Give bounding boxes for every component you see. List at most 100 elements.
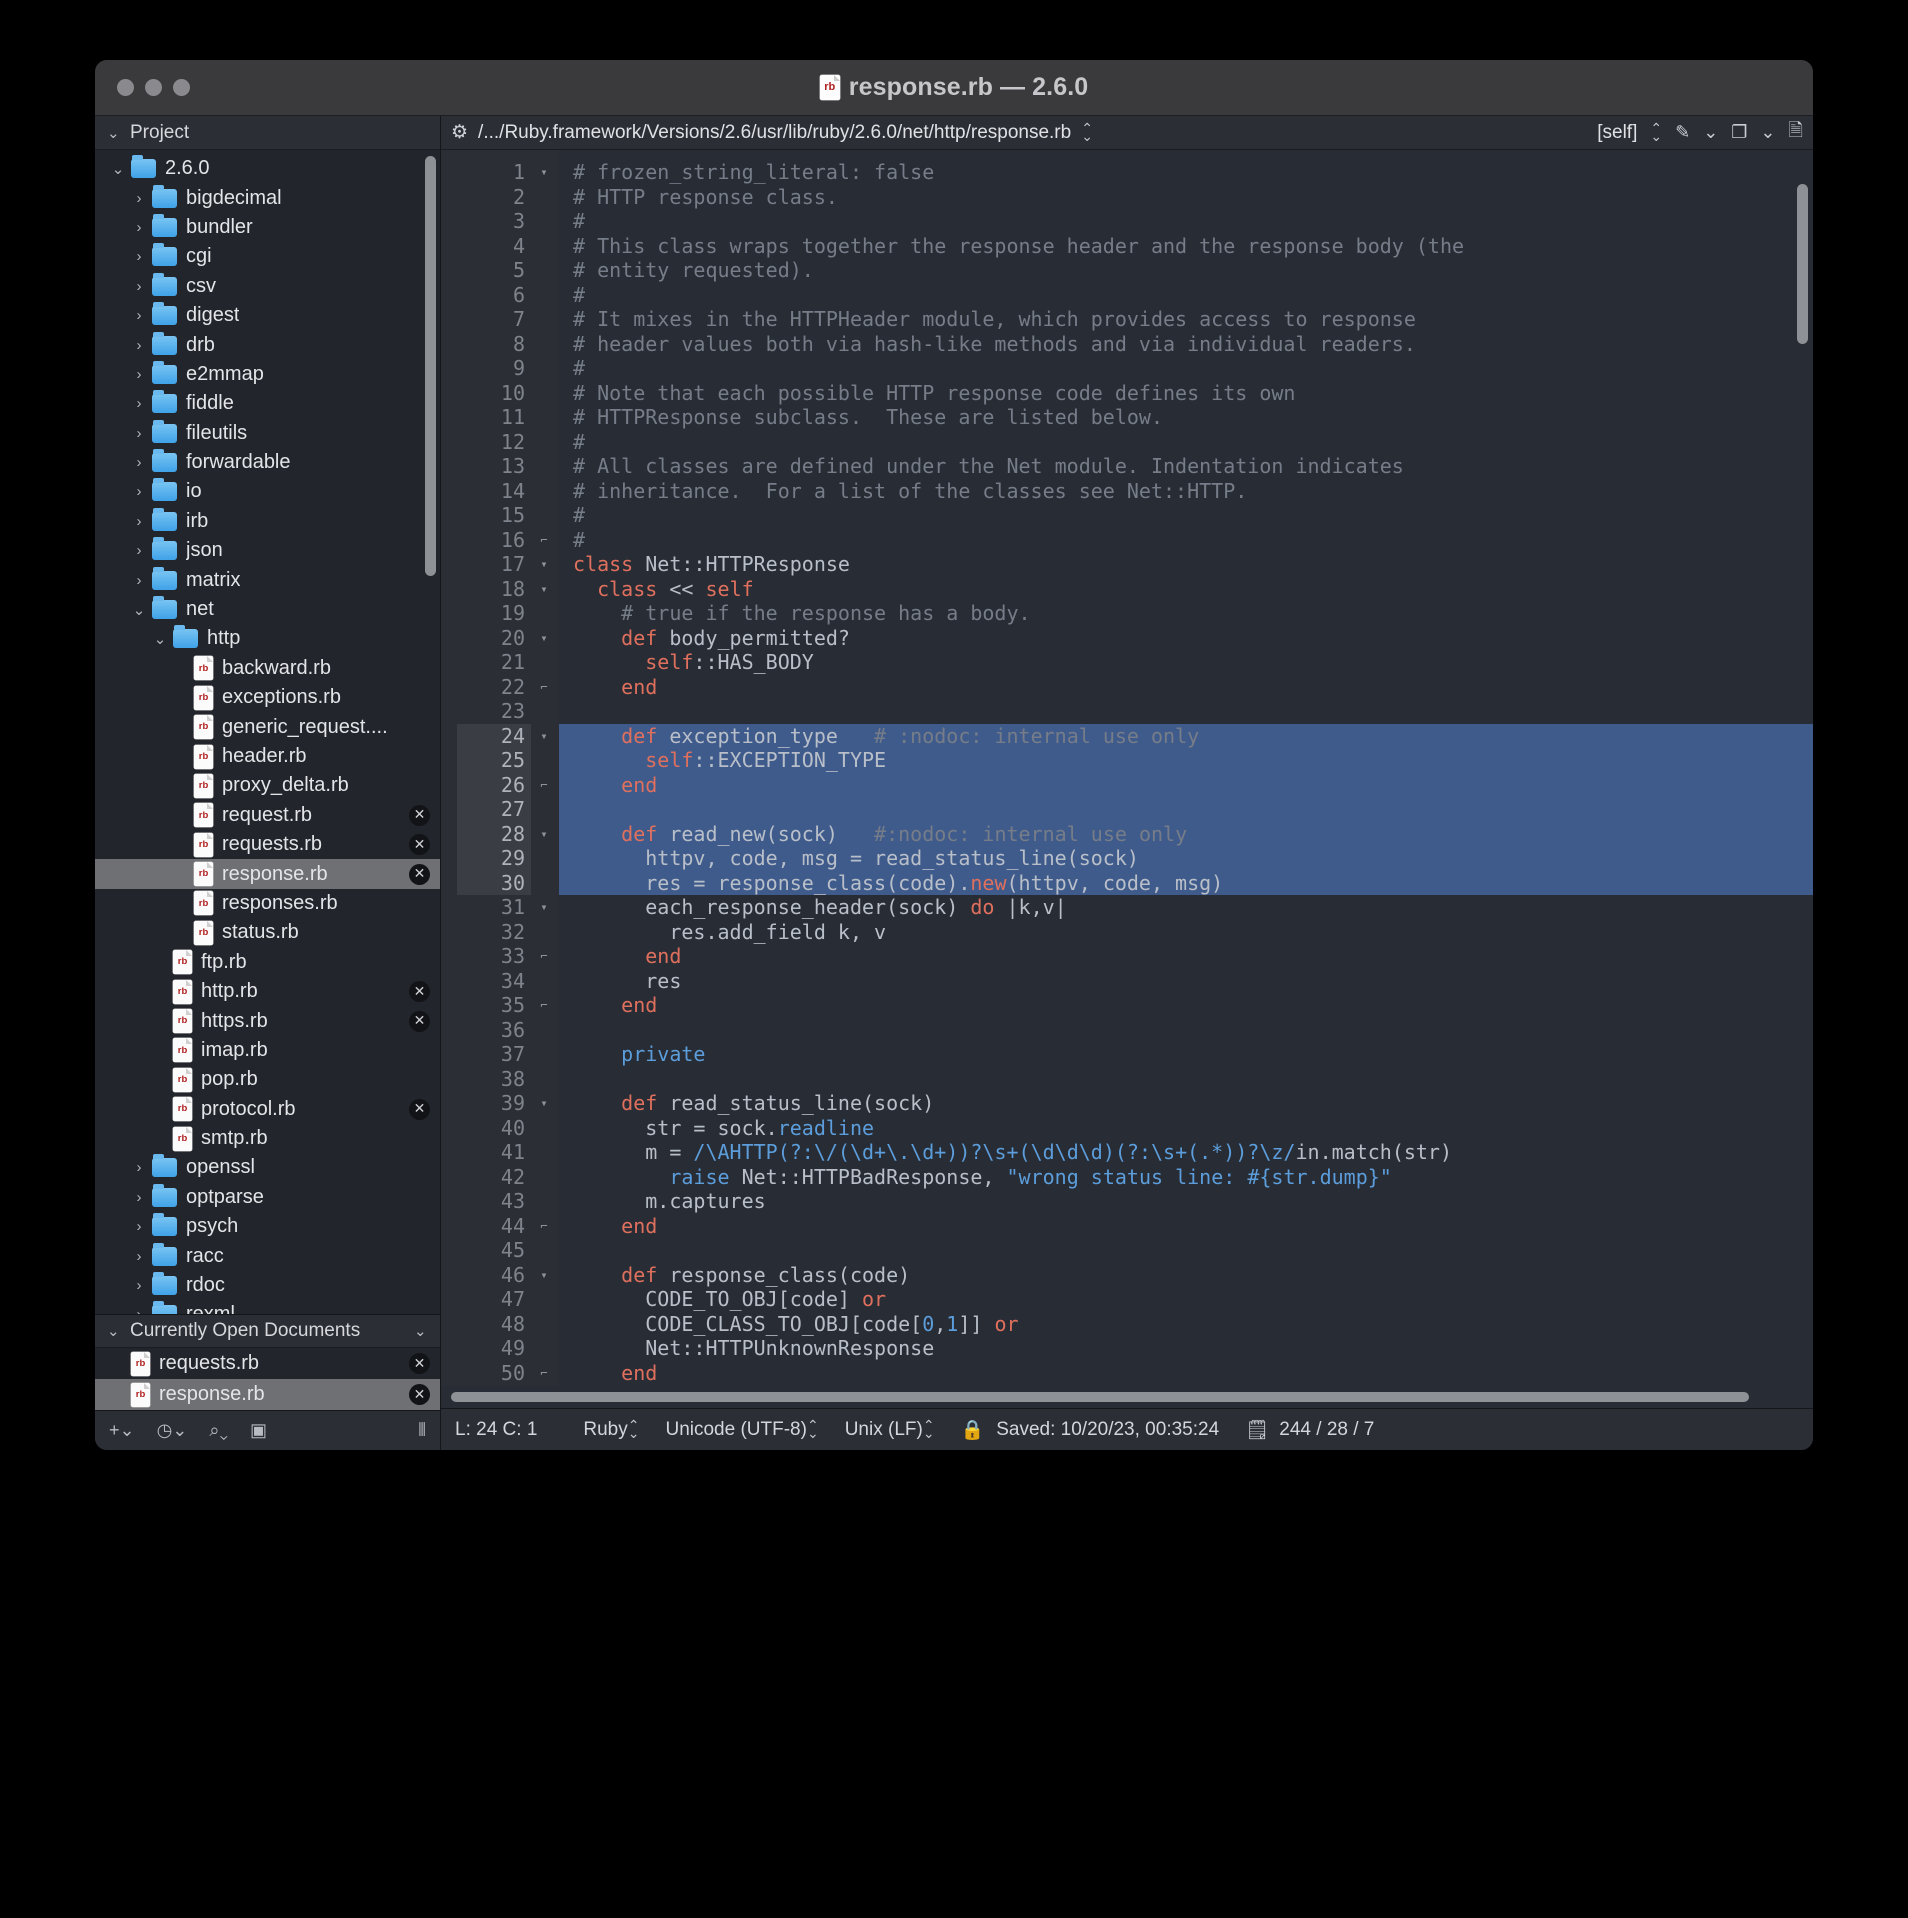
fold-end-icon[interactable]: ⌐ (535, 1361, 553, 1386)
tree-file-row[interactable]: rb request.rb ✕ (95, 801, 440, 830)
close-document-icon[interactable]: ✕ (409, 1353, 430, 1374)
resize-grip-icon[interactable]: ⦀ (418, 1420, 426, 1441)
fold-end-icon[interactable]: ⌐ (535, 773, 553, 798)
tree-file-row[interactable]: rb ftp.rb (95, 948, 440, 977)
fold-arrow-icon[interactable]: ▾ (535, 724, 553, 749)
tree-folder-row[interactable]: › io (95, 477, 440, 506)
tree-file-row[interactable]: rb backward.rb (95, 654, 440, 683)
chevron-down-icon[interactable]: ⌄ (1760, 122, 1775, 143)
chevron-right-icon[interactable]: › (126, 337, 152, 354)
tree-folder-row[interactable]: › digest (95, 301, 440, 330)
close-document-icon[interactable]: ✕ (409, 1098, 430, 1120)
tree-file-row[interactable]: rb smtp.rb (95, 1124, 440, 1153)
language-selector[interactable]: Ruby (583, 1419, 627, 1441)
tree-folder-row[interactable]: ⌄ http (95, 624, 440, 653)
layout-icon[interactable]: ▣ (250, 1420, 267, 1441)
search-icon[interactable]: ⌕⌄ (209, 1420, 228, 1441)
chevron-down-icon[interactable]: ⌄ (1703, 122, 1718, 143)
chevron-down-menu-icon[interactable]: ⌄ (414, 1322, 428, 1340)
chevron-right-icon[interactable]: › (126, 219, 152, 236)
chevron-right-icon[interactable]: › (126, 454, 152, 471)
fold-end-icon[interactable]: ⌐ (535, 528, 553, 553)
open-document-row[interactable]: rb response.rb ✕ (95, 1379, 440, 1410)
tree-file-row[interactable]: rb https.rb ✕ (95, 1006, 440, 1035)
open-documents-list[interactable]: rb requests.rb ✕ rb response.rb ✕ (95, 1348, 440, 1410)
chevron-right-icon[interactable]: › (126, 307, 152, 324)
tree-file-row[interactable]: rb generic_request.... (95, 712, 440, 741)
tree-folder-row[interactable]: › drb (95, 330, 440, 359)
tree-folder-row[interactable]: › fiddle (95, 389, 440, 418)
tree-folder-row[interactable]: › optparse (95, 1183, 440, 1212)
tree-folder-row[interactable]: › openssl (95, 1153, 440, 1182)
chevron-right-icon[interactable]: › (126, 1189, 152, 1206)
tree-file-row[interactable]: rb imap.rb (95, 1036, 440, 1065)
tree-folder-row[interactable]: › rdoc (95, 1271, 440, 1300)
fold-arrow-icon[interactable]: ▾ (535, 626, 553, 651)
open-documents-header[interactable]: ⌄ Currently Open Documents ⌄ (95, 1314, 440, 1348)
tree-folder-row[interactable]: ⌄ net (95, 595, 440, 624)
tree-scrollbar[interactable] (425, 156, 436, 576)
tree-file-row[interactable]: rb exceptions.rb (95, 683, 440, 712)
tree-folder-row[interactable]: ⌄ 2.6.0 (95, 154, 440, 183)
scope-selector[interactable]: [self] (1597, 122, 1637, 144)
fold-arrow-icon[interactable]: ▾ (535, 1091, 553, 1116)
chevron-right-icon[interactable]: › (126, 1248, 152, 1265)
tree-file-row[interactable]: rb pop.rb (95, 1065, 440, 1094)
tree-folder-row[interactable]: › racc (95, 1241, 440, 1270)
code-area[interactable]: 1 ▾ 2 3 4 5 6 7 8 9 10 11 12 13 14 15 16 ⌐ 17 ▾ 18 ▾ 19 20 ▾ 21 22… (441, 150, 1813, 1386)
chevron-down-icon[interactable]: ⌄ (126, 601, 152, 619)
vertical-scrollbar[interactable] (1797, 184, 1808, 344)
fold-end-icon[interactable]: ⌐ (535, 993, 553, 1018)
close-document-icon[interactable]: ✕ (409, 981, 430, 1003)
line-endings-selector[interactable]: Unix (LF) (845, 1419, 923, 1441)
chevron-down-icon[interactable]: ⌄ (105, 160, 131, 178)
fold-end-icon[interactable]: ⌐ (535, 675, 553, 700)
fold-arrow-icon[interactable]: ▾ (535, 822, 553, 847)
tree-file-row[interactable]: rb proxy_delta.rb (95, 771, 440, 800)
chevron-right-icon[interactable]: › (126, 572, 152, 589)
encoding-stepper-icon[interactable]: ⌃ ⌄ (807, 1418, 819, 1439)
chevron-right-icon[interactable]: › (126, 542, 152, 559)
fold-arrow-icon[interactable]: ▾ (535, 1263, 553, 1288)
pencil-icon[interactable]: ✎ (1675, 122, 1690, 143)
encoding-selector[interactable]: Unicode (UTF-8) (665, 1419, 806, 1441)
code-scroll-container[interactable]: # frozen_string_literal: false # HTTP re… (559, 150, 1813, 1386)
tree-folder-row[interactable]: › irb (95, 507, 440, 536)
minimize-button[interactable] (145, 79, 162, 96)
close-button[interactable] (117, 79, 134, 96)
chevron-right-icon[interactable]: › (126, 1306, 152, 1314)
tree-folder-row[interactable]: › forwardable (95, 448, 440, 477)
tree-file-row[interactable]: rb status.rb (95, 918, 440, 947)
tree-folder-row[interactable]: › matrix (95, 565, 440, 594)
close-document-icon[interactable]: ✕ (409, 1384, 430, 1405)
scope-stepper-icon[interactable]: ⌃ ⌄ (1650, 121, 1662, 142)
tree-folder-row[interactable]: › rexml (95, 1300, 440, 1314)
fold-end-icon[interactable]: ⌐ (535, 1214, 553, 1239)
chevron-right-icon[interactable]: › (126, 278, 152, 295)
chevron-right-icon[interactable]: › (126, 1159, 152, 1176)
tree-file-row[interactable]: rb protocol.rb ✕ (95, 1095, 440, 1124)
chevron-right-icon[interactable]: › (126, 190, 152, 207)
tree-file-row[interactable]: rb header.rb (95, 742, 440, 771)
fold-end-icon[interactable]: ⌐ (535, 944, 553, 969)
fold-gutter[interactable] (531, 150, 559, 1386)
tree-folder-row[interactable]: › bundler (95, 213, 440, 242)
tree-folder-row[interactable]: › json (95, 536, 440, 565)
zoom-button[interactable] (173, 79, 190, 96)
chevron-right-icon[interactable]: › (126, 513, 152, 530)
tree-file-row[interactable]: rb responses.rb (95, 889, 440, 918)
tree-folder-row[interactable]: › csv (95, 272, 440, 301)
tree-folder-row[interactable]: › fileutils (95, 419, 440, 448)
chevron-right-icon[interactable]: › (126, 1277, 152, 1294)
lock-icon[interactable]: 🔒 (961, 1418, 985, 1442)
tree-file-row[interactable]: rb requests.rb ✕ (95, 830, 440, 859)
tree-file-row[interactable]: rb http.rb ✕ (95, 977, 440, 1006)
line-endings-stepper-icon[interactable]: ⌃ ⌄ (923, 1418, 935, 1439)
project-panel-header[interactable]: ⌄ Project (95, 116, 440, 150)
tree-folder-row[interactable]: › e2mmap (95, 360, 440, 389)
chevron-right-icon[interactable]: › (126, 366, 152, 383)
chevron-right-icon[interactable]: › (126, 1218, 152, 1235)
split-view-icon[interactable]: ❐ (1731, 122, 1747, 143)
chevron-down-icon[interactable]: ⌄ (147, 630, 173, 648)
chevron-right-icon[interactable]: › (126, 248, 152, 265)
